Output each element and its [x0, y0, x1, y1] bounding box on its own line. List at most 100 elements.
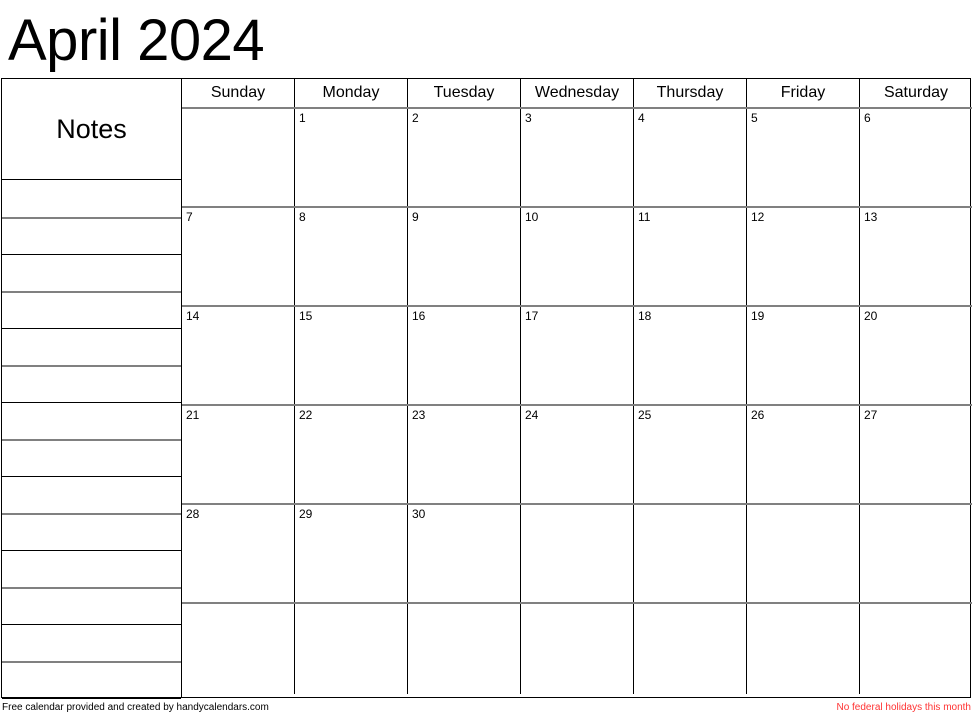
day-number: 26	[751, 408, 765, 422]
day-cell-24[interactable]: 24	[521, 406, 634, 503]
day-cell-11[interactable]: 11	[634, 208, 747, 305]
day-cell-empty[interactable]	[860, 505, 972, 602]
day-number: 22	[299, 408, 313, 422]
day-number: 28	[186, 507, 200, 521]
day-number: 25	[638, 408, 652, 422]
day-cell-empty[interactable]	[182, 604, 295, 694]
day-cell-25[interactable]: 25	[634, 406, 747, 503]
day-of-week-header-monday: Monday	[295, 79, 408, 107]
day-number: 15	[299, 309, 313, 323]
day-number: 18	[638, 309, 652, 323]
day-number: 11	[638, 210, 651, 224]
day-cell-empty[interactable]	[634, 604, 747, 694]
day-cell-5[interactable]: 5	[747, 109, 860, 206]
day-cell-empty[interactable]	[747, 604, 860, 694]
week-row: 14 15 16 17 18 19 20	[182, 307, 972, 406]
day-number: 2	[412, 111, 419, 125]
day-of-week-header-friday: Friday	[747, 79, 860, 107]
notes-heading: Notes	[56, 114, 127, 144]
day-cell-empty[interactable]	[295, 604, 408, 694]
day-cell-empty[interactable]	[634, 505, 747, 602]
day-of-week-header-saturday: Saturday	[883, 84, 949, 101]
day-cell-29[interactable]: 29	[295, 505, 408, 602]
notes-line[interactable]	[2, 365, 181, 367]
day-cell-empty[interactable]	[521, 505, 634, 602]
day-cell-6[interactable]: 6	[860, 109, 972, 206]
week-row: 1 2 3 4 5 6	[182, 109, 972, 208]
day-of-week-header-row: Sunday Monday Tuesday Wednesday Thursday Frid…	[182, 79, 972, 109]
day-cell-4[interactable]: 4	[634, 109, 747, 206]
day-of-week-header-tuesday: Tuesday	[408, 79, 521, 107]
day-cell-14[interactable]: 14	[182, 307, 295, 404]
page-title: April 2024	[8, 8, 265, 73]
day-number: 21	[186, 408, 200, 422]
day-cell-3[interactable]: 3	[521, 109, 634, 206]
day-cell-17[interactable]: 17	[521, 307, 634, 404]
day-number: 13	[864, 210, 878, 224]
day-cell-20[interactable]: 20	[860, 307, 972, 404]
day-number: 12	[751, 210, 765, 224]
week-row: 7 8 9 10 11 12 13	[182, 208, 972, 307]
footer-credit: Free calendar provided and created by ha…	[2, 702, 269, 713]
day-cell-22[interactable]: 22	[295, 406, 408, 503]
week-row: 28 29 30	[182, 505, 972, 604]
day-cell-13[interactable]: 13	[860, 208, 972, 305]
day-cell-27[interactable]: 27	[860, 406, 972, 503]
notes-line[interactable]	[2, 476, 181, 477]
day-cell-18[interactable]: 18	[634, 307, 747, 404]
notes-line[interactable]	[2, 661, 181, 663]
day-cell-30[interactable]: 30	[408, 505, 521, 602]
day-number: 10	[525, 210, 539, 224]
week-row	[182, 604, 972, 694]
day-number: 14	[186, 309, 200, 323]
day-cell-8[interactable]: 8	[295, 208, 408, 305]
notes-line[interactable]	[2, 698, 181, 699]
day-cell-7[interactable]: 7	[182, 208, 295, 305]
day-cell-21[interactable]: 21	[182, 406, 295, 503]
notes-line[interactable]	[2, 291, 181, 293]
day-number: 4	[638, 111, 645, 125]
day-number: 24	[525, 408, 539, 422]
day-number: 7	[186, 210, 193, 224]
notes-line[interactable]	[2, 587, 181, 589]
day-cell-10[interactable]: 10	[521, 208, 634, 305]
day-number: 23	[412, 408, 426, 422]
calendar-grid: Sunday Monday Tuesday Wednesday Thursday Frid…	[182, 79, 972, 697]
day-cell-empty[interactable]	[521, 604, 634, 694]
notes-line[interactable]	[2, 513, 181, 515]
day-of-week-header-thursday: Thursday	[634, 79, 747, 107]
day-cell-9[interactable]: 9	[408, 208, 521, 305]
day-number: 6	[864, 111, 871, 125]
day-number: 19	[751, 309, 765, 323]
day-number: 16	[412, 309, 426, 323]
day-cell-empty[interactable]	[408, 604, 521, 694]
day-cell-28[interactable]: 28	[182, 505, 295, 602]
notes-line[interactable]	[2, 217, 181, 219]
day-cell-19[interactable]: 19	[747, 307, 860, 404]
day-cell-26[interactable]: 26	[747, 406, 860, 503]
notes-line[interactable]	[2, 550, 181, 551]
day-of-week-header-wednesday: Wednesday	[521, 79, 634, 107]
day-number: 3	[525, 111, 532, 125]
day-number: 27	[864, 408, 878, 422]
day-cell-2[interactable]: 2	[408, 109, 521, 206]
day-cell-1[interactable]: 1	[295, 109, 408, 206]
day-cell-empty[interactable]	[860, 604, 972, 694]
day-cell-empty[interactable]	[747, 505, 860, 602]
day-cell-16[interactable]: 16	[408, 307, 521, 404]
notes-line[interactable]	[2, 402, 181, 403]
calendar-page: April 2024 Notes Sunday Monday Tuesday Wedn…	[0, 0, 973, 720]
day-number: 20	[864, 309, 878, 323]
day-cell-15[interactable]: 15	[295, 307, 408, 404]
day-number: 1	[299, 111, 306, 125]
notes-line[interactable]	[2, 254, 181, 255]
day-cell-23[interactable]: 23	[408, 406, 521, 503]
notes-line[interactable]	[2, 439, 181, 441]
calendar-frame: Notes Sunday Monday Tuesday Wednesday Thursd…	[1, 78, 972, 699]
notes-line[interactable]	[2, 624, 181, 625]
day-cell-12[interactable]: 12	[747, 208, 860, 305]
day-number: 9	[412, 210, 419, 224]
day-number: 30	[412, 507, 426, 521]
notes-line[interactable]	[2, 328, 181, 329]
day-cell-empty[interactable]	[182, 109, 295, 206]
